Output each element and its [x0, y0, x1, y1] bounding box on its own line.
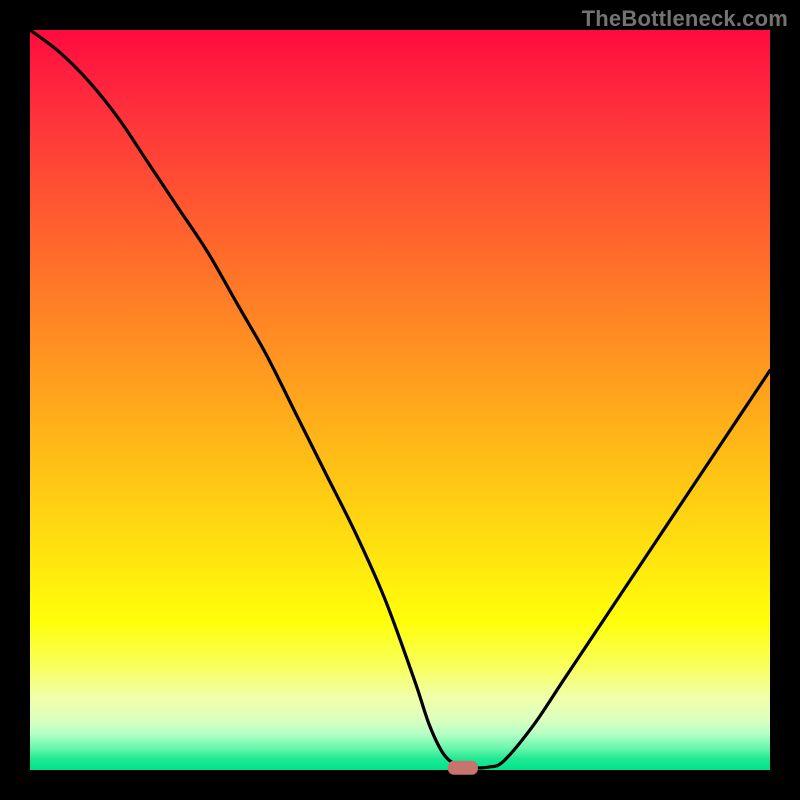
optimal-marker — [448, 761, 478, 775]
bottleneck-curve — [30, 30, 770, 768]
chart-frame: TheBottleneck.com — [0, 0, 800, 800]
watermark-text: TheBottleneck.com — [582, 6, 788, 32]
plot-area — [30, 30, 770, 770]
chart-svg — [30, 30, 770, 770]
